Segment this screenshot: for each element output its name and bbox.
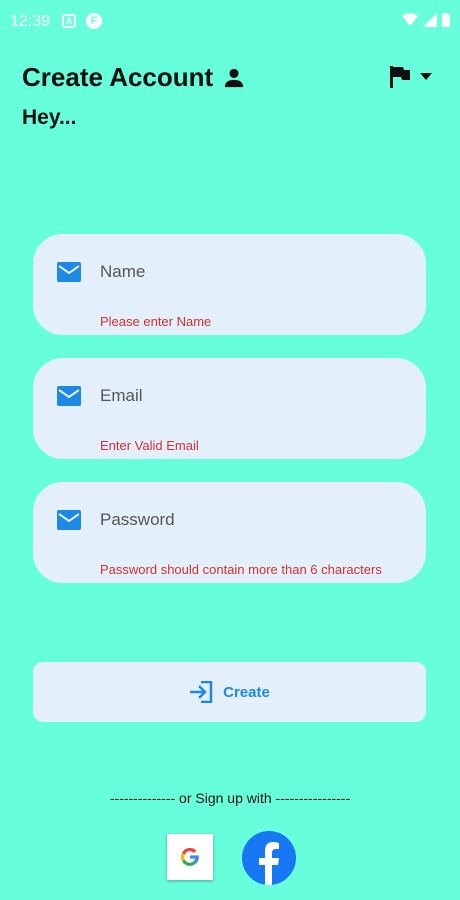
name-field[interactable]: Name Please enter Name [33,234,426,335]
flag-icon [390,66,410,88]
mail-icon [57,510,81,530]
email-field-error: Enter Valid Email [100,438,199,453]
status-icons [402,13,450,27]
create-button[interactable]: Create [33,662,426,722]
name-field-error: Please enter Name [100,314,212,329]
password-field-error: Password should contain more than 6 char… [100,562,382,577]
login-icon [190,681,213,703]
chevron-down-icon [420,73,432,80]
person-icon [225,68,244,87]
mail-icon [57,386,81,406]
header-title-row: Create Account [22,62,245,93]
name-field-label: Name [100,262,146,281]
create-button-label: Create [223,683,270,701]
google-signup-button[interactable] [167,834,213,880]
google-icon [180,847,199,866]
email-field[interactable]: Email Enter Valid Email [33,358,426,459]
status-time: 12:39 [10,13,51,30]
wifi-icon [402,13,418,26]
signal-icon [423,13,437,27]
language-dropdown[interactable] [390,66,432,88]
notification-app-icon-2: F [86,13,102,29]
battery-icon [442,13,450,27]
password-field-label: Password [100,510,175,529]
signup-divider-text: -------------- or Sign up with ---------… [109,790,351,806]
facebook-icon [259,842,279,885]
mail-icon [57,262,81,282]
page-subtitle: Hey... [22,106,77,129]
password-field[interactable]: Password Password should contain more th… [33,482,426,583]
status-bar: 12:39 A F [0,0,460,44]
page-title: Create Account [22,62,214,92]
email-field-label: Email [100,386,143,405]
notification-app-icon: A [62,14,76,28]
facebook-signup-button[interactable] [242,831,296,885]
